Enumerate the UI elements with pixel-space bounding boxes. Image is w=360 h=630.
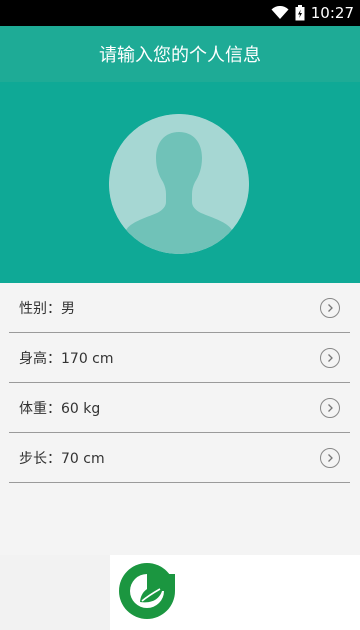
chevron-right-icon — [320, 447, 340, 468]
list-item-stride[interactable]: 步长：70 cm — [9, 433, 350, 483]
chevron-right-icon — [320, 297, 340, 318]
list-item-label: 性别：男 — [19, 300, 75, 317]
app-bar: 请输入您的个人信息 — [0, 26, 360, 82]
default-user-avatar-icon — [109, 114, 249, 254]
list-item-weight[interactable]: 体重：60 kg — [9, 383, 350, 433]
chevron-right-icon — [320, 347, 340, 368]
list-item-height[interactable]: 身高：170 cm — [9, 333, 350, 383]
battery-icon — [295, 5, 305, 21]
status-time: 10:27 — [310, 4, 354, 22]
list-item-gender[interactable]: 性别：男 — [9, 283, 350, 333]
wifi-icon — [271, 6, 289, 20]
list-item-label: 身高：170 cm — [19, 350, 114, 367]
page-title: 请输入您的个人信息 — [99, 45, 261, 66]
logo-area — [110, 555, 360, 630]
status-bar: 10:27 — [0, 0, 360, 26]
avatar[interactable] — [109, 114, 249, 254]
chevron-right-icon — [320, 397, 340, 418]
list-item-label: 步长：70 cm — [19, 450, 105, 467]
info-list: 性别：男 身高：170 cm 体重：60 kg 步长：70 cm — [0, 283, 360, 555]
app-leaf-logo-icon — [117, 561, 177, 621]
list-item-label: 体重：60 kg — [19, 400, 101, 417]
profile-header — [0, 82, 360, 283]
